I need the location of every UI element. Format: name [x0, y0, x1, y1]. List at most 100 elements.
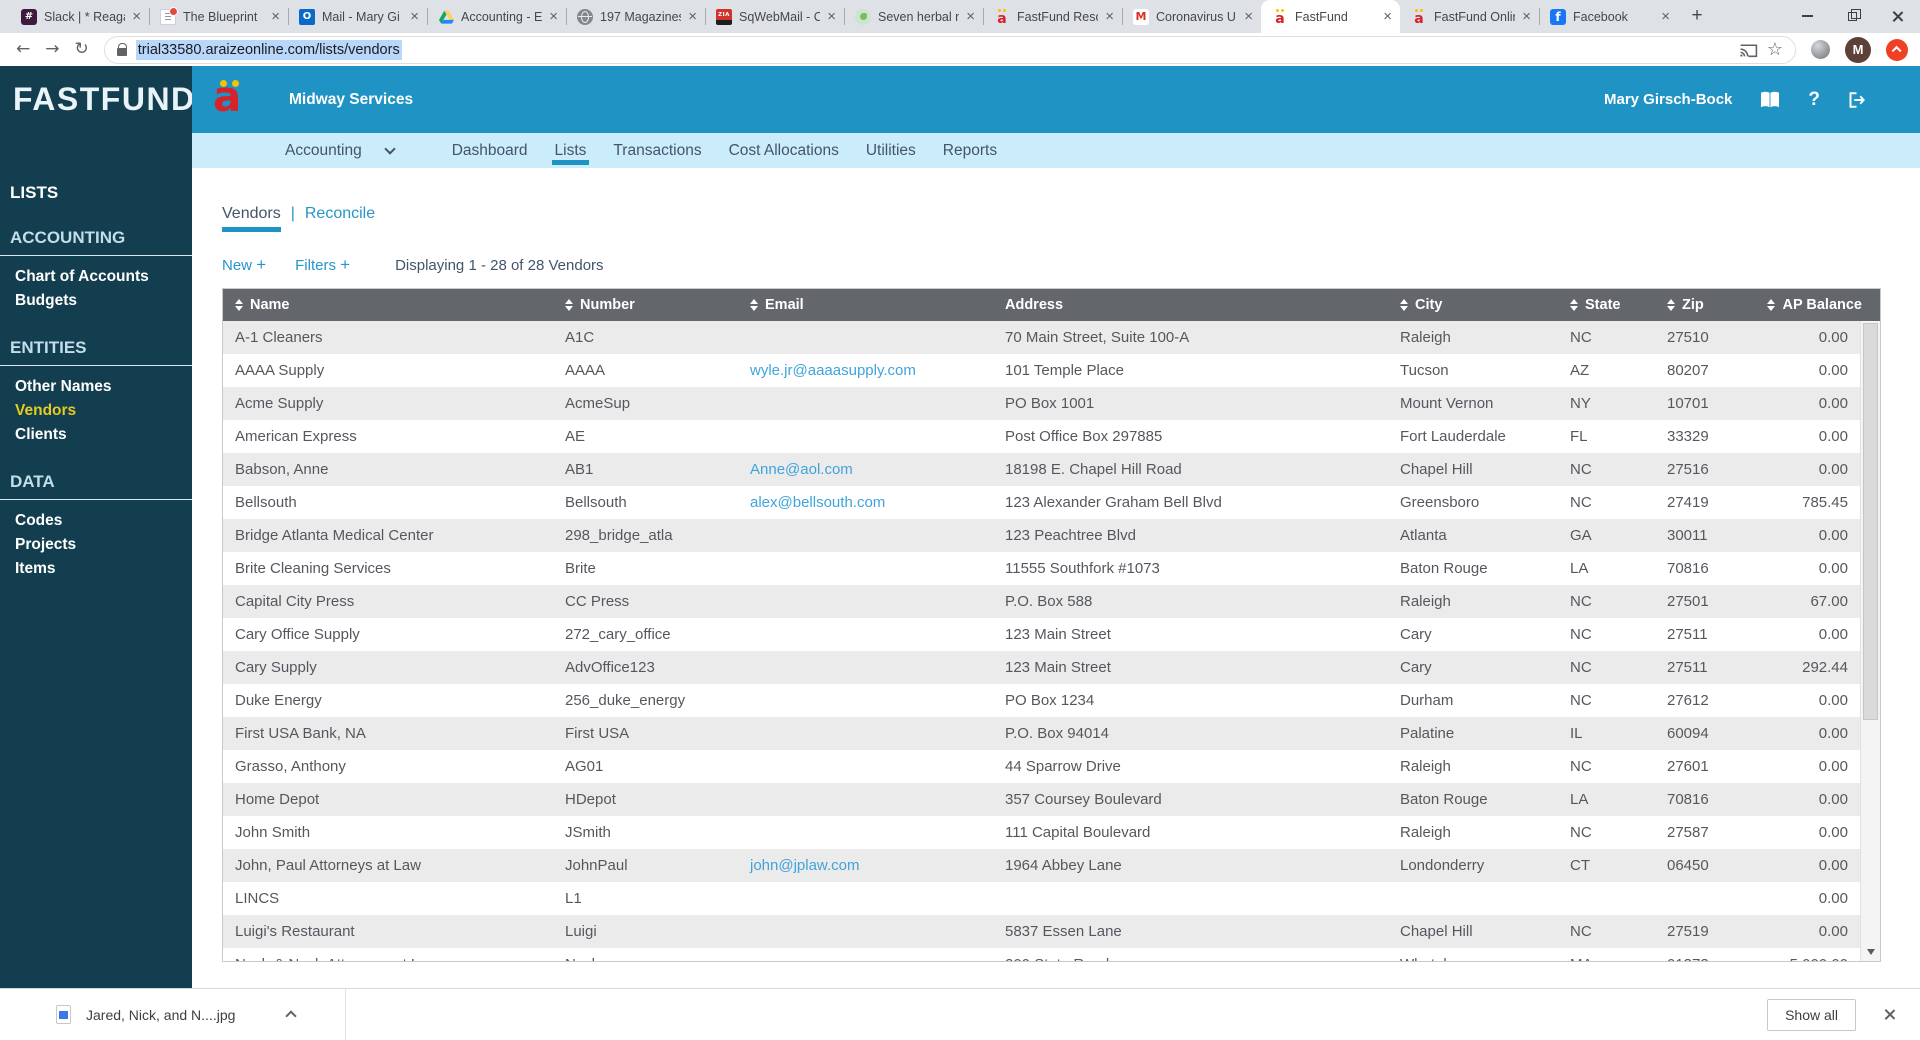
tab-close-icon[interactable]: ×: [1383, 9, 1392, 24]
scrollbar-thumb[interactable]: [1863, 323, 1878, 720]
table-row-grasso-anthony[interactable]: Grasso, Anthony AG01 44 Sparrow Drive Ralei…: [223, 750, 1862, 783]
table-row-brite-cleaning-services[interactable]: Brite Cleaning Services Brite 11555 Southf…: [223, 552, 1862, 585]
help-icon[interactable]: ?: [1808, 89, 1820, 111]
table-row-lincs[interactable]: LINCS L1 0.00: [223, 882, 1862, 915]
tab-close-icon[interactable]: ×: [549, 9, 558, 24]
table-row-bellsouth[interactable]: Bellsouth Bellsouth alex@bellsouth.com 123 …: [223, 486, 1862, 519]
url-omnibox[interactable]: trial33580.araizeonline.com/lists/vendor…: [103, 35, 1796, 64]
column-header-state[interactable]: State: [1558, 297, 1655, 313]
nav-item-lists[interactable]: Lists: [551, 133, 590, 168]
column-header-ap-balance[interactable]: AP Balance: [1745, 297, 1880, 313]
window-minimize-button[interactable]: [1785, 0, 1830, 32]
nav-item-transactions[interactable]: Transactions: [613, 133, 701, 168]
table-row-luigi-s-restaurant[interactable]: Luigi's Restaurant Luigi 5837 Essen Lane Ch…: [223, 915, 1862, 948]
tab-close-icon[interactable]: ×: [1661, 9, 1670, 24]
sidebar-item-projects[interactable]: Projects: [0, 533, 192, 557]
sidebar-item-items[interactable]: Items: [0, 557, 192, 581]
back-button[interactable]: ←: [16, 41, 30, 58]
browser-tab-sqwebmail-c[interactable]: SqWebMail - C ×: [705, 0, 844, 33]
column-header-email[interactable]: Email: [738, 297, 993, 313]
window-close-button[interactable]: [1875, 0, 1920, 32]
tab-close-icon[interactable]: ×: [1105, 9, 1114, 24]
email-link[interactable]: Anne@aol.com: [750, 461, 853, 478]
table-row-cary-supply[interactable]: Cary Supply AdvOffice123 123 Main Street Ca…: [223, 651, 1862, 684]
email-link[interactable]: alex@bellsouth.com: [750, 494, 885, 511]
nav-item-reports[interactable]: Reports: [943, 133, 997, 168]
table-row-john-paul-attorneys-at-law[interactable]: John, Paul Attorneys at Law JohnPaul john@…: [223, 849, 1862, 882]
table-row-american-express[interactable]: American Express AE Post Office Box 297885…: [223, 420, 1862, 453]
sidebar-item-vendors[interactable]: Vendors: [0, 399, 192, 423]
table-row-duke-energy[interactable]: Duke Energy 256_duke_energy PO Box 1234 Dur…: [223, 684, 1862, 717]
table-row-nash-nash-attorneys-at-law[interactable]: Nash & Nash Attorneys at LawNash 200 Stat…: [223, 948, 1862, 961]
table-scrollbar[interactable]: [1860, 321, 1880, 961]
table-row-home-depot[interactable]: Home Depot HDepot 357 Coursey Boulevard Bat…: [223, 783, 1862, 816]
forward-button[interactable]: →: [45, 41, 59, 58]
table-row-babson-anne[interactable]: Babson, Anne AB1 Anne@aol.com 18198 E. Chap…: [223, 453, 1862, 486]
reload-button[interactable]: ↻: [75, 41, 89, 58]
accounting-module-dropdown[interactable]: Accounting: [285, 142, 396, 160]
user-name[interactable]: Mary Girsch-Bock: [1604, 91, 1732, 108]
filters-button[interactable]: Filters +: [295, 255, 350, 275]
chevron-up-icon[interactable]: [285, 1010, 298, 1022]
tab-close-icon[interactable]: ×: [132, 9, 141, 24]
tab-close-icon[interactable]: ×: [1522, 9, 1531, 24]
url-text[interactable]: trial33580.araizeonline.com/lists/vendor…: [135, 39, 402, 60]
tab-close-icon[interactable]: ×: [271, 9, 280, 24]
window-restore-button[interactable]: [1830, 0, 1875, 32]
subnav-tab-vendors[interactable]: Vendors: [222, 205, 281, 232]
table-row-aaaa-supply[interactable]: AAAA Supply AAAA wyle.jr@aaaasupply.com 101…: [223, 354, 1862, 387]
table-row-acme-supply[interactable]: Acme Supply AcmeSup PO Box 1001 Mount Verno…: [223, 387, 1862, 420]
email-link[interactable]: wyle.jr@aaaasupply.com: [750, 362, 916, 379]
profile-avatar[interactable]: M: [1845, 36, 1871, 63]
column-header-city[interactable]: City: [1388, 297, 1558, 313]
column-header-zip[interactable]: Zip: [1655, 297, 1745, 313]
sidebar-item-clients[interactable]: Clients: [0, 423, 192, 447]
table-row-first-usa-bank-na[interactable]: First USA Bank, NA First USA P.O. Box 9401…: [223, 717, 1862, 750]
bookmark-star-icon[interactable]: ☆: [1767, 39, 1783, 60]
sidebar-item-lists[interactable]: LISTS: [10, 183, 192, 203]
nav-item-dashboard[interactable]: Dashboard: [452, 133, 528, 168]
sidebar-item-codes[interactable]: Codes: [0, 509, 192, 533]
email-link[interactable]: john@jplaw.com: [750, 857, 859, 874]
tab-close-icon[interactable]: ×: [410, 9, 419, 24]
extension-icon[interactable]: [1811, 40, 1830, 59]
new-button[interactable]: New +: [222, 255, 266, 275]
table-row-bridge-atlanta-medical-center[interactable]: Bridge Atlanta Medical Center 298_bridge_…: [223, 519, 1862, 552]
browser-tab-mail-mary-gi[interactable]: Mail - Mary Gi ×: [288, 0, 427, 33]
documentation-book-icon[interactable]: [1759, 91, 1781, 109]
table-row-a-1-cleaners[interactable]: A-1 Cleaners A1C 70 Main Street, Suite 100…: [223, 321, 1862, 354]
column-header-name[interactable]: Name: [223, 297, 553, 313]
download-item[interactable]: Jared, Nick, and N....jpg: [56, 1005, 298, 1024]
downloads-close-icon[interactable]: [1883, 1008, 1896, 1021]
logout-icon[interactable]: [1847, 91, 1866, 109]
browser-tab-coronavirus-u[interactable]: Coronavirus U ×: [1122, 0, 1261, 33]
column-header-address[interactable]: Address: [993, 297, 1388, 313]
extension-orange-icon[interactable]: [1886, 38, 1908, 61]
browser-tab-slack-reaga[interactable]: Slack | * Reaga ×: [10, 0, 149, 33]
nav-item-utilities[interactable]: Utilities: [866, 133, 916, 168]
sidebar-item-chart-of-accounts[interactable]: Chart of Accounts: [0, 265, 192, 289]
scrollbar-down-button[interactable]: [1861, 943, 1880, 961]
show-all-button[interactable]: Show all: [1767, 998, 1856, 1031]
table-row-capital-city-press[interactable]: Capital City Press CC Press P.O. Box 588 Ra…: [223, 585, 1862, 618]
tab-close-icon[interactable]: ×: [688, 9, 697, 24]
new-tab-button[interactable]: +: [1682, 2, 1712, 30]
browser-tab-facebook[interactable]: Facebook ×: [1539, 0, 1678, 33]
browser-tab-the-blueprint[interactable]: The Blueprint ×: [149, 0, 288, 33]
tab-close-icon[interactable]: ×: [966, 9, 975, 24]
browser-tab-fastfund-reso[interactable]: FastFund Reso ×: [983, 0, 1122, 33]
table-row-john-smith[interactable]: John Smith JSmith 111 Capital Boulevard Ral…: [223, 816, 1862, 849]
browser-tab-accounting-e[interactable]: Accounting - E ×: [427, 0, 566, 33]
tab-close-icon[interactable]: ×: [827, 9, 836, 24]
sidebar-item-other-names[interactable]: Other Names: [0, 375, 192, 399]
browser-tab-197-magazines[interactable]: 197 Magazines ×: [566, 0, 705, 33]
browser-tab-seven-herbal-n[interactable]: Seven herbal n ×: [844, 0, 983, 33]
cast-icon[interactable]: [1739, 42, 1758, 58]
nav-item-cost-allocations[interactable]: Cost Allocations: [729, 133, 839, 168]
sidebar-item-budgets[interactable]: Budgets: [0, 289, 192, 313]
tab-close-icon[interactable]: ×: [1244, 9, 1253, 24]
subnav-tab-reconcile[interactable]: Reconcile: [305, 205, 375, 232]
browser-tab-fastfund[interactable]: FastFund ×: [1261, 0, 1400, 33]
column-header-number[interactable]: Number: [553, 297, 738, 313]
browser-tab-fastfund-onlin[interactable]: FastFund Onlin ×: [1400, 0, 1539, 33]
